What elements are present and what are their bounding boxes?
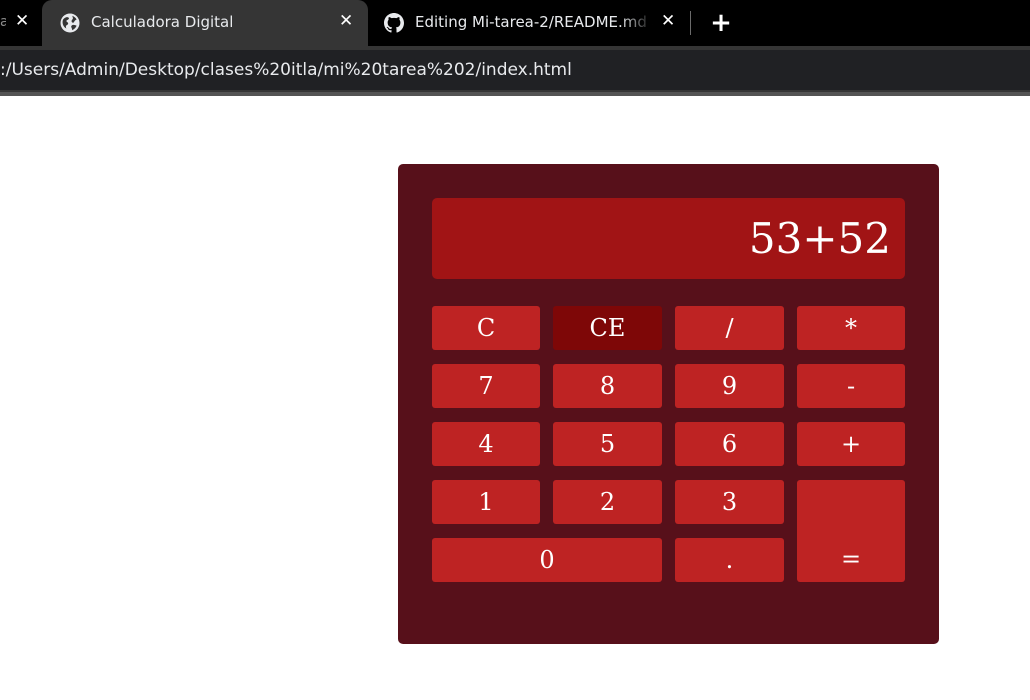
globe-icon (60, 13, 80, 33)
eight-button[interactable]: 8 (553, 364, 662, 408)
tab-close-icon[interactable]: ✕ (15, 13, 29, 30)
add-button[interactable]: + (797, 422, 905, 466)
calculator-display: 53+52 (432, 198, 905, 279)
new-tab-button[interactable]: + (708, 9, 734, 37)
five-button[interactable]: 5 (553, 422, 662, 466)
decimal-button[interactable]: . (675, 538, 784, 582)
tab-close-icon[interactable]: ✕ (661, 13, 675, 30)
tab-github-readme[interactable]: Editing Mi-tarea-2/README.md at ✕ (368, 0, 688, 46)
clear-button[interactable]: C (432, 306, 540, 350)
six-button[interactable]: 6 (675, 422, 784, 466)
four-button[interactable]: 4 (432, 422, 540, 466)
seven-button[interactable]: 7 (432, 364, 540, 408)
multiply-button[interactable]: * (797, 306, 905, 350)
calculator: 53+52 C CE / * 7 8 9 - 4 5 6 + 1 2 3 = 0… (398, 164, 939, 644)
tab-title: Calculadora Digital (91, 13, 234, 31)
github-icon (384, 13, 404, 33)
tab-title: Editing Mi-tarea-2/README.md at (415, 13, 653, 31)
tab-close-icon[interactable]: ✕ (339, 13, 353, 30)
equals-button[interactable]: = (797, 480, 905, 582)
two-button[interactable]: 2 (553, 480, 662, 524)
clear-entry-button[interactable]: CE (553, 306, 662, 350)
toolbar: :/Users/Admin/Desktop/clases%20itla/mi%2… (0, 46, 1030, 96)
tab-calculadora[interactable]: Calculadora Digital ✕ (42, 0, 368, 46)
tab-strip: a ✕ Calculadora Digital ✕ Editing Mi-tar… (0, 0, 1030, 46)
nine-button[interactable]: 9 (675, 364, 784, 408)
one-button[interactable]: 1 (432, 480, 540, 524)
tab-separator (690, 11, 691, 35)
zero-button[interactable]: 0 (432, 538, 662, 582)
address-bar[interactable]: :/Users/Admin/Desktop/clases%20itla/mi%2… (0, 50, 1030, 90)
tab-previous[interactable]: a ✕ (0, 0, 42, 46)
divide-button[interactable]: / (675, 306, 784, 350)
url-text[interactable]: :/Users/Admin/Desktop/clases%20itla/mi%2… (0, 60, 572, 80)
tab-title-fragment: a (0, 14, 6, 30)
subtract-button[interactable]: - (797, 364, 905, 408)
three-button[interactable]: 3 (675, 480, 784, 524)
